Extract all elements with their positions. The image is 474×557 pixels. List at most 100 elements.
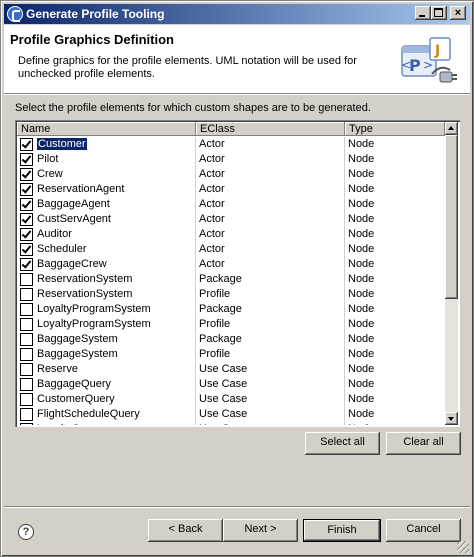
cell-name: BaggageAgent [17,197,196,212]
table-row[interactable]: BaggageAgent Actor Node [17,197,445,212]
table-row[interactable]: LoyaltyProgramSystem Profile Node [17,317,445,332]
column-header-name[interactable]: Name [17,122,196,136]
cell-name: Pilot [17,152,196,167]
cell-name: BaggageSystem [17,332,196,347]
cell-name: FlightScheduleQuery [17,407,196,422]
cell-name: LoyaltyProgramSystem [17,317,196,332]
element-name: ReservationSystem [37,273,133,285]
cell-type: Node [348,258,375,270]
scroll-up-button[interactable] [445,122,458,135]
row-checkbox[interactable] [20,258,33,271]
cell-eclass: Actor [196,227,345,242]
table-row[interactable]: BaggageQuery Use Case Node [17,377,445,392]
row-checkbox[interactable] [20,273,33,286]
row-checkbox[interactable] [20,363,33,376]
table-row[interactable]: Auditor Actor Node [17,227,445,242]
cell-eclass: Package [196,302,345,317]
table-row[interactable]: ReservationSystem Profile Node [17,287,445,302]
element-name: Scheduler [37,243,87,255]
cell-name: Customer [17,137,196,152]
element-name: BaggageSystem [37,333,118,345]
row-checkbox[interactable] [20,393,33,406]
cell-type: Node [348,168,375,180]
cell-type: Node [348,243,375,255]
finish-button[interactable]: Finish [303,519,381,542]
cell-eclass: Use Case [196,407,345,422]
cell-eclass: Profile [196,317,345,332]
select-all-button[interactable]: Select all [305,432,380,455]
column-header-eclass[interactable]: EClass [196,122,345,136]
table-row[interactable]: Reserve Use Case Node [17,362,445,377]
row-checkbox[interactable] [20,153,33,166]
cell-type: Node [348,228,375,240]
row-checkbox[interactable] [20,333,33,346]
resize-grip-icon[interactable] [457,541,469,553]
table-row[interactable]: Scheduler Actor Node [17,242,445,257]
row-checkbox[interactable] [20,168,33,181]
table-row[interactable]: ReservationAgent Actor Node [17,182,445,197]
cell-eclass: Actor [196,182,345,197]
instruction-text: Select the profile elements for which cu… [15,102,371,114]
minimize-button[interactable] [415,6,431,20]
cell-eclass: Actor [196,167,345,182]
cell-type: Node [348,363,375,375]
clear-all-button[interactable]: Clear all [386,432,461,455]
row-checkbox[interactable] [20,408,33,421]
element-name: Reserve [37,363,78,375]
table-row[interactable]: LoyaltyQuery Use CaseNode [17,422,445,425]
row-checkbox[interactable] [20,423,33,425]
profile-elements-table[interactable]: Name EClass Type Customer Actor Node Pilot A… [15,120,460,427]
row-checkbox[interactable] [20,288,33,301]
element-name: CustServAgent [37,213,111,225]
cell-type: Node [348,198,375,210]
row-checkbox[interactable] [20,198,33,211]
table-row[interactable]: CustServAgent Actor Node [17,212,445,227]
help-icon[interactable]: ? [18,524,34,540]
scroll-down-button[interactable] [445,412,458,425]
scroll-thumb[interactable] [445,135,458,299]
element-name: BaggageAgent [37,198,110,210]
row-checkbox[interactable] [20,183,33,196]
row-checkbox[interactable] [20,228,33,241]
cell-type: Node [348,378,375,390]
table-row[interactable]: BaggageCrew Actor Node [17,257,445,272]
title-bar[interactable]: Generate Profile Tooling × [4,4,470,24]
footer-separator [4,506,470,508]
table-row[interactable]: ReservationSystem Package Node [17,272,445,287]
table-vertical-scrollbar[interactable] [445,122,458,425]
row-checkbox[interactable] [20,378,33,391]
table-row[interactable]: Customer Actor Node [17,137,445,152]
cell-type: Node [345,422,445,425]
cell-eclass: Actor [196,257,345,272]
cancel-button[interactable]: Cancel [386,519,461,542]
close-button[interactable]: × [450,6,466,20]
table-row[interactable]: BaggageSystem Package Node [17,332,445,347]
cell-eclass: Actor [196,152,345,167]
column-header-type[interactable]: Type [345,122,445,136]
cell-name: CustServAgent [17,212,196,227]
table-row[interactable]: Pilot Actor Node [17,152,445,167]
cell-type: Node [348,303,375,315]
cell-eclass: Package [196,272,345,287]
next-button[interactable]: Next > [223,519,298,542]
table-row[interactable]: CustomerQuery Use Case Node [17,392,445,407]
row-checkbox[interactable] [20,213,33,226]
table-row[interactable]: BaggageSystem Profile Node [17,347,445,362]
row-checkbox[interactable] [20,138,33,151]
arrow-down-icon [448,417,454,421]
table-row[interactable]: Crew Actor Node [17,167,445,182]
row-checkbox[interactable] [20,318,33,331]
svg-text:<: < [401,58,411,72]
cell-type: Node [348,183,375,195]
back-button[interactable]: < Back [148,519,223,542]
cell-type: Node [348,318,375,330]
row-checkbox[interactable] [20,348,33,361]
row-checkbox[interactable] [20,303,33,316]
wizard-dialog: Generate Profile Tooling × Profile Graph… [0,0,474,557]
cell-name: BaggageQuery [17,377,196,392]
maximize-button[interactable] [431,6,447,20]
cell-name: ReservationSystem [17,287,196,302]
row-checkbox[interactable] [20,243,33,256]
table-row[interactable]: FlightScheduleQuery Use Case Node [17,407,445,422]
table-row[interactable]: LoyaltyProgramSystem Package Node [17,302,445,317]
